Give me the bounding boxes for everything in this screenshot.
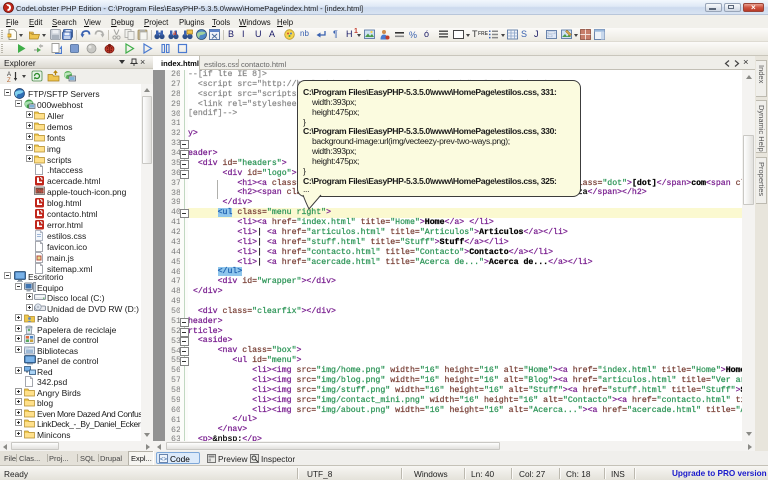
svg-text:Z: Z	[7, 78, 11, 82]
svg-text:<>: <>	[160, 457, 168, 463]
svg-text:PNG: PNG	[36, 189, 45, 194]
svg-text:%: %	[409, 30, 417, 40]
